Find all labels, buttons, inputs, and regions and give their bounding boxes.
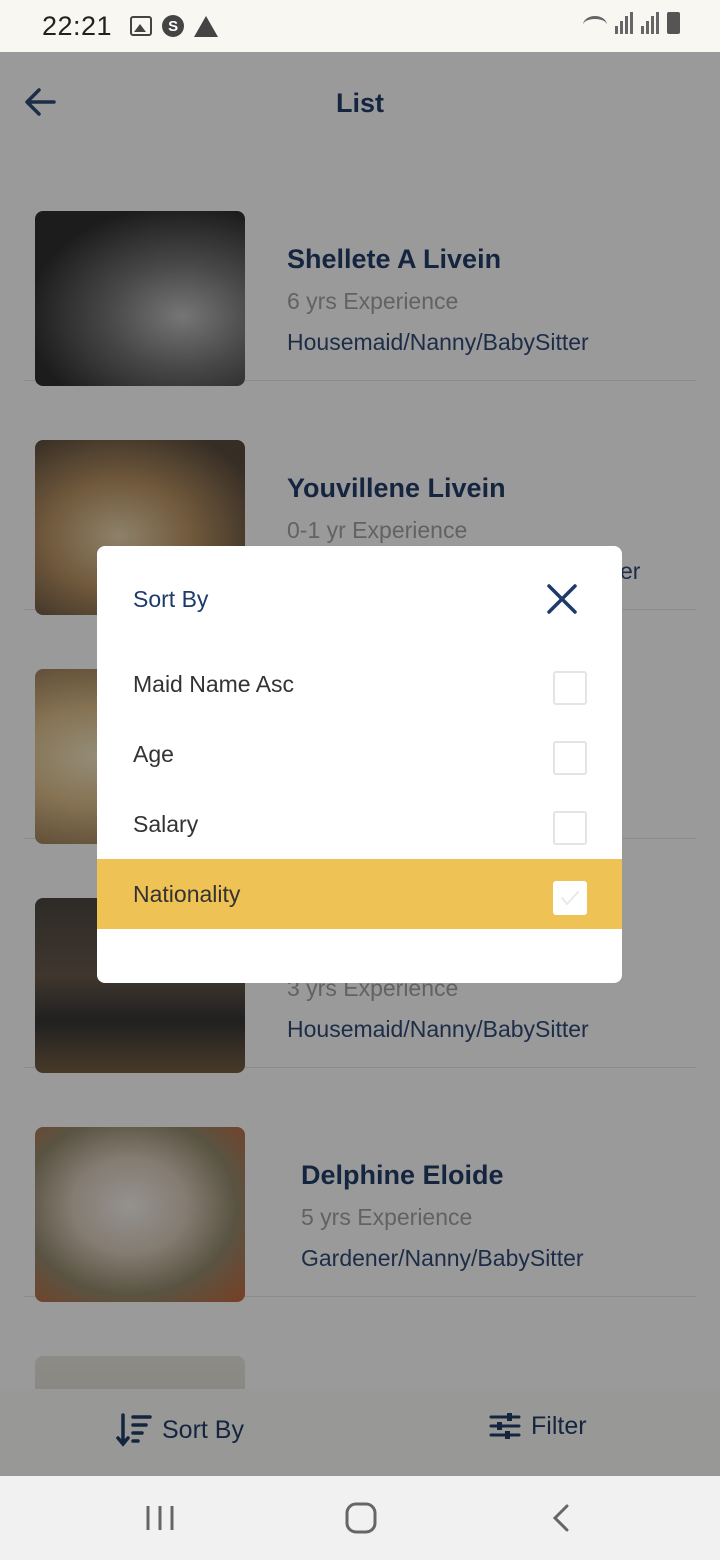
home-icon	[345, 1502, 377, 1534]
signal-icon-2	[641, 12, 659, 34]
home-button[interactable]	[343, 1500, 379, 1536]
signal-icon	[615, 12, 633, 34]
sort-option-nationality[interactable]: Nationality	[97, 859, 622, 929]
dialog-title: Sort By	[133, 586, 209, 612]
close-icon	[547, 584, 577, 614]
battery-icon	[667, 12, 680, 34]
option-checkbox[interactable]	[553, 671, 587, 705]
option-label: Salary	[133, 811, 199, 837]
sort-by-dialog: Sort By Maid Name Asc Age Salary Nationa…	[97, 546, 622, 983]
status-time: 22:21	[42, 10, 113, 41]
option-checkbox[interactable]	[553, 811, 587, 845]
wifi-icon	[583, 16, 607, 34]
warning-icon	[194, 15, 219, 37]
option-label: Age	[133, 741, 174, 767]
option-checkbox[interactable]	[553, 881, 587, 915]
gallery-icon	[130, 16, 153, 36]
option-checkbox[interactable]	[553, 741, 587, 775]
recent-apps-icon	[146, 1506, 174, 1530]
sort-option-age[interactable]: Age	[97, 719, 622, 789]
recent-apps-button[interactable]	[142, 1500, 178, 1536]
sort-option-salary[interactable]: Salary	[97, 789, 622, 859]
option-label: Maid Name Asc	[133, 671, 295, 697]
skype-icon: S	[162, 15, 185, 37]
check-icon	[561, 891, 579, 906]
system-back-button[interactable]	[545, 1500, 581, 1536]
system-nav-bar	[0, 1476, 720, 1560]
sort-option-maid-name-asc[interactable]: Maid Name Asc	[97, 649, 622, 719]
chevron-left-icon	[552, 1504, 569, 1532]
status-bar: 22:21 S	[0, 0, 720, 52]
close-button[interactable]	[543, 580, 581, 618]
option-label: Nationality	[133, 881, 241, 907]
